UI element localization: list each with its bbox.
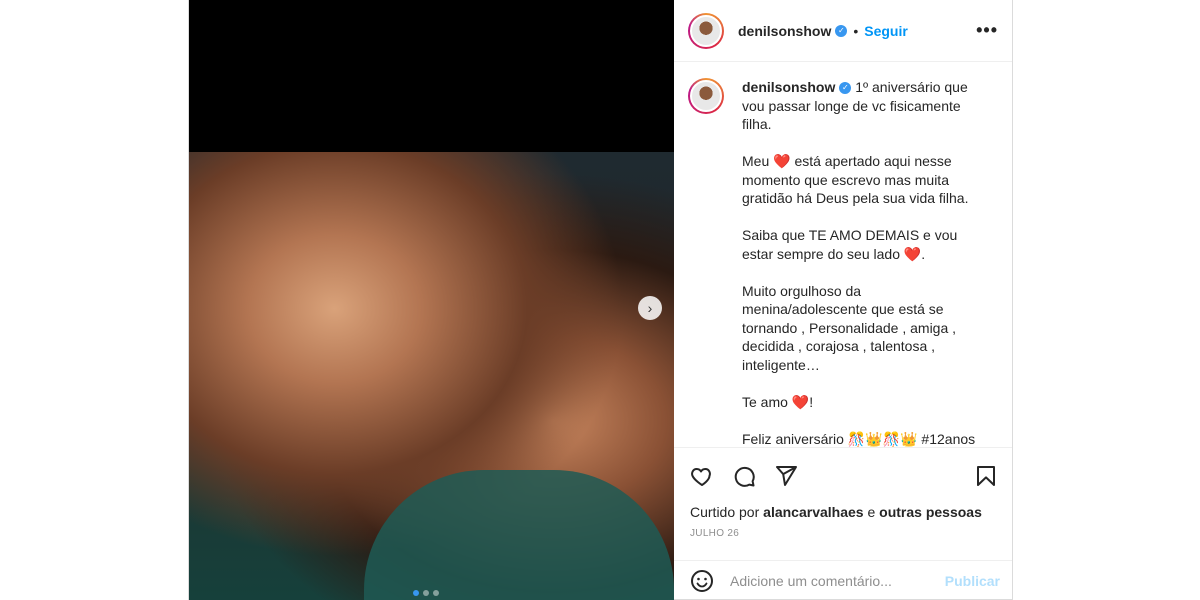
other-likers-link[interactable]: outras pessoas: [879, 504, 982, 520]
liker-username-link[interactable]: alancarvalhaes: [763, 504, 863, 520]
carousel-next-button[interactable]: ›: [638, 296, 662, 320]
comment-bar: Publicar: [674, 560, 1012, 600]
bookmark-icon[interactable]: [972, 462, 1000, 490]
smiley-icon[interactable]: [690, 569, 714, 593]
comment-icon[interactable]: [730, 462, 758, 490]
caption-avatar[interactable]: [688, 78, 724, 114]
likes-summary: Curtido por alancarvalhaes e outras pess…: [674, 492, 1012, 520]
username-link[interactable]: denilsonshow: [738, 23, 831, 39]
post-actions-section: Curtido por alancarvalhaes e outras pess…: [674, 447, 1012, 539]
avatar-image: [690, 14, 722, 47]
post-date[interactable]: JULHO 26: [674, 520, 1012, 539]
instagram-post: › denilsonshow ✓ • Seguir ••• denilsonsh…: [188, 0, 1013, 600]
carousel-dot: [433, 590, 439, 596]
caption-text: denilsonshow ✓ 1º aniversário que vou pas…: [742, 78, 978, 447]
caption-paragraph: Te amo ❤️!: [742, 393, 814, 410]
verified-badge-icon: ✓: [839, 82, 852, 95]
caption-paragraph: Muito orgulhoso da menina/adolescente qu…: [742, 282, 957, 373]
avatar[interactable]: [688, 12, 724, 49]
carousel-dot: [423, 590, 429, 596]
caption-paragraph: Feliz aniversário 🎊👑🎊👑 #12anos: [742, 430, 976, 447]
follow-button[interactable]: Seguir: [864, 23, 908, 39]
post-photo[interactable]: [189, 152, 674, 600]
carousel-dot: [413, 590, 419, 596]
more-options-icon[interactable]: •••: [976, 20, 998, 41]
heart-icon[interactable]: [688, 462, 716, 490]
verified-badge-icon: ✓: [835, 24, 848, 37]
likes-connector: e: [867, 504, 876, 520]
comment-input[interactable]: [728, 571, 945, 590]
photo-detail: [364, 470, 674, 600]
carousel-indicator: [413, 590, 439, 596]
caption-paragraph: denilsonshow ✓ 1º aniversário que vou pas…: [742, 78, 978, 134]
post-media: ›: [189, 0, 674, 600]
caption-paragraph: Saiba que TE AMO DEMAIS e vou estar semp…: [742, 227, 958, 262]
likes-prefix: Curtido por: [690, 504, 760, 520]
publish-button[interactable]: Publicar: [945, 573, 1000, 589]
follow-separator: •: [853, 22, 859, 39]
caption-area: denilsonshow ✓ 1º aniversário que vou pas…: [674, 62, 1012, 447]
send-icon[interactable]: [772, 462, 800, 490]
post-sidebar: denilsonshow ✓ • Seguir ••• denilsonshow…: [674, 0, 1012, 600]
caption-paragraph: Meu ❤️ está apertado aqui nesse momento …: [742, 153, 969, 206]
avatar-image: [690, 80, 722, 112]
caption-username[interactable]: denilsonshow: [742, 79, 835, 95]
chevron-right-icon: ›: [647, 300, 653, 316]
action-bar: [674, 448, 1012, 492]
post-header: denilsonshow ✓ • Seguir •••: [674, 0, 1012, 62]
